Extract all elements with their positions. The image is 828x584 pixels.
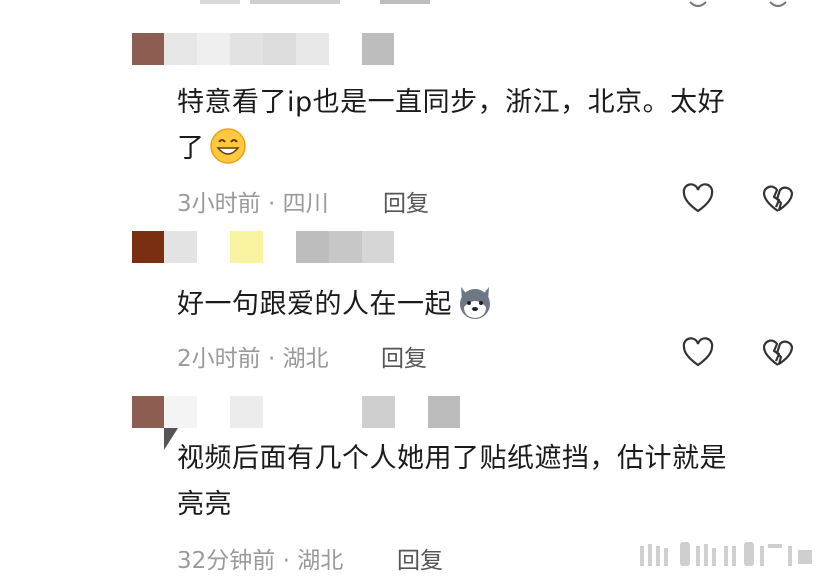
sticker-corner (164, 428, 178, 450)
comment-meta: 3小时前 · 四川 (177, 184, 329, 218)
comment-text-line: 了 (177, 133, 205, 164)
username-blurred[interactable] (164, 396, 460, 428)
comment-text: 好一句跟爱的人在一起 (177, 282, 787, 328)
heart-outline-icon[interactable] (682, 337, 714, 369)
comment-meta: 2小时前 · 湖北 (177, 339, 329, 373)
reply-button[interactable]: 回复 (383, 184, 429, 218)
comment-text-line: 视频后面有几个人她用了贴纸遮挡，估计就是 (177, 443, 727, 474)
comment-location: 湖北 (297, 548, 344, 574)
avatar[interactable] (132, 231, 164, 263)
comment-text-line: 好一句跟爱的人在一起 (177, 289, 452, 320)
username-blurred[interactable] (164, 33, 394, 65)
comment-time: 32分钟前 (177, 548, 276, 574)
comment-text: 特意看了ip也是一直同步，浙江，北京。太好 了 (177, 80, 787, 172)
comment-text-line: 特意看了ip也是一直同步，浙江，北京。太好 (177, 87, 726, 118)
reply-button[interactable]: 回复 (381, 339, 427, 373)
broken-heart-icon[interactable] (762, 183, 794, 215)
grinning-face-emoji (209, 128, 246, 164)
comment-time: 3小时前 (177, 191, 261, 217)
comment-meta: 32分钟前 · 湖北 (177, 541, 343, 575)
avatar[interactable] (132, 396, 164, 428)
watermark-logo (640, 542, 812, 566)
username-blurred[interactable] (164, 231, 394, 263)
comment-location: 四川 (282, 191, 329, 217)
husky-dog-emoji (460, 287, 490, 319)
previous-comment-stub (200, 0, 787, 7)
meta-separator: · (282, 548, 290, 574)
avatar[interactable] (132, 33, 164, 65)
meta-separator: · (267, 346, 276, 372)
heart-outline-icon[interactable] (682, 183, 714, 215)
broken-heart-icon[interactable] (762, 337, 794, 369)
reply-button[interactable]: 回复 (397, 541, 443, 575)
comment-time: 2小时前 (177, 346, 261, 372)
comment-location: 湖北 (282, 346, 329, 372)
comment-text: 视频后面有几个人她用了贴纸遮挡，估计就是 亮亮 (177, 436, 787, 528)
comment-text-line: 亮亮 (177, 489, 232, 520)
meta-separator: · (267, 191, 276, 217)
